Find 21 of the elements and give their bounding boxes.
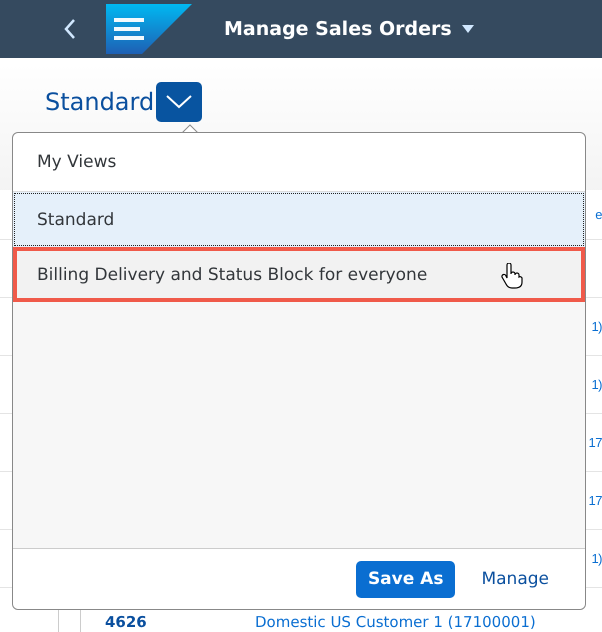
save-as-button[interactable]: Save As — [356, 560, 456, 598]
table-cell: 17 — [588, 435, 602, 450]
manage-button[interactable]: Manage — [469, 560, 561, 598]
view-item[interactable]: Billing Delivery and Status Block for everyone — [13, 247, 585, 302]
variant-dropdown-button[interactable] — [156, 82, 202, 122]
chevron-down-icon — [166, 95, 192, 109]
table-cell: 1) — [591, 551, 602, 566]
table-cell: 1) — [591, 319, 602, 334]
table-cell: 17 — [588, 493, 602, 508]
hand-cursor-icon — [501, 263, 523, 289]
caret-icon — [462, 25, 474, 33]
table-cell: 1) — [591, 377, 602, 392]
logo-icon — [106, 4, 192, 54]
back-icon[interactable] — [62, 18, 78, 40]
popover-title: My Views — [37, 152, 116, 172]
table-cell[interactable]: Domestic US Customer 1 (17100001) — [255, 613, 536, 631]
app-title-menu[interactable]: Manage Sales Orders — [224, 18, 474, 40]
variant-title: Standard — [45, 87, 154, 118]
table-cell: e — [595, 207, 602, 222]
view-item[interactable]: Standard — [13, 192, 585, 247]
table-cell[interactable]: 4626 — [105, 613, 255, 631]
